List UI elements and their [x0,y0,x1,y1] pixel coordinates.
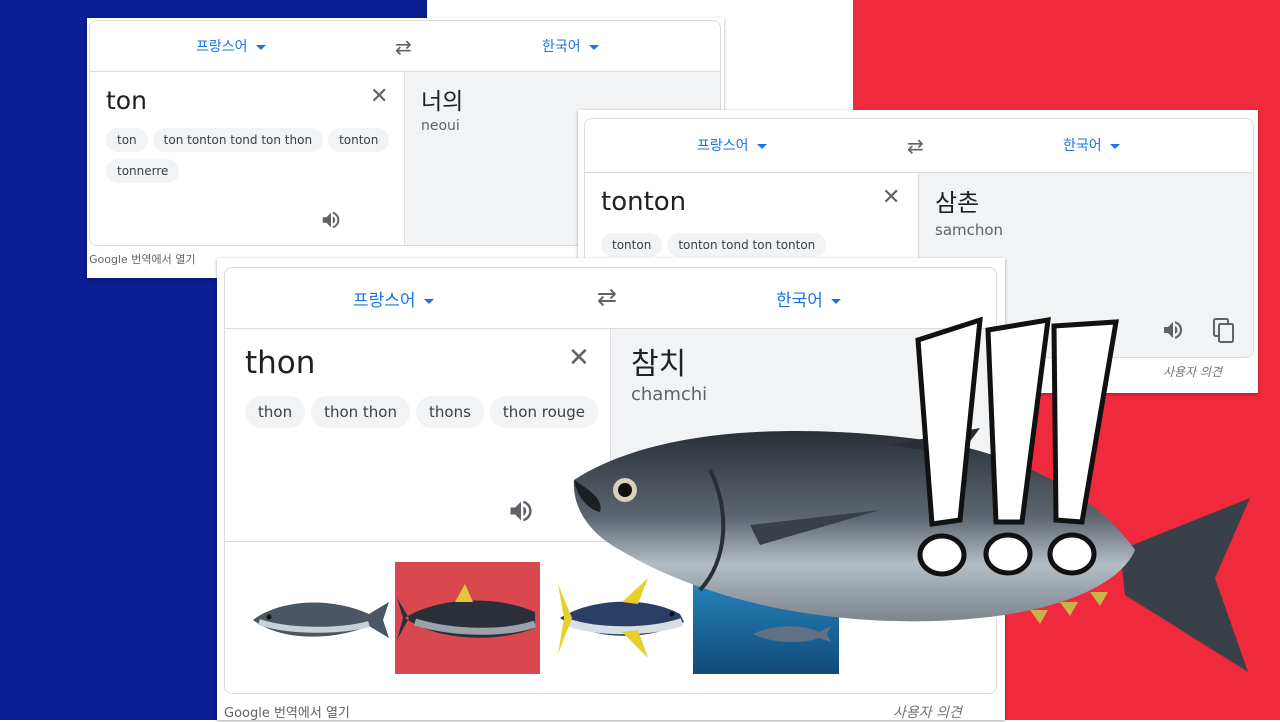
source-text[interactable]: tonton [601,187,686,217]
source-language-select[interactable]: 프랑스어 [196,36,266,56]
tuna-image[interactable] [395,562,540,674]
chevron-down-icon [423,298,434,304]
source-language-label: 프랑스어 [353,291,416,311]
source-text[interactable]: thon [245,345,315,381]
speaker-icon[interactable] [507,497,535,529]
suggestion-chips: thon thon thon thons thon rouge [245,396,605,428]
target-language-select[interactable]: 한국어 [1063,135,1120,155]
clear-icon[interactable]: ✕ [882,185,900,210]
suggestion-chip[interactable]: ton [106,128,148,152]
suggestion-chip[interactable]: tonton [328,128,390,152]
chevron-down-icon [1109,143,1120,149]
suggestion-chip[interactable]: tonnerre [106,159,180,183]
speaker-icon[interactable] [320,209,342,235]
suggestion-chip[interactable]: tonton [601,233,663,257]
open-in-google-translate-link[interactable]: Google 번역에서 열기 [224,702,350,721]
target-language-select[interactable]: 한국어 [542,36,599,56]
suggestion-chip[interactable]: tonton tond ton tonton [667,233,827,257]
swap-languages-icon[interactable]: ⇄ [395,35,412,59]
chevron-down-icon [756,143,767,149]
swap-languages-icon[interactable]: ⇄ [597,283,617,311]
suggestion-chip[interactable]: thon thon [311,396,410,428]
romanization-text: samchon [935,221,1004,239]
suggestion-chip[interactable]: thons [416,396,484,428]
open-in-google-translate-link[interactable]: Google 번역에서 열기 [89,251,196,267]
target-language-label: 한국어 [776,291,823,311]
source-panel: thon ✕ thon thon thon thons thon rouge [225,329,611,541]
swap-languages-icon[interactable]: ⇄ [907,134,924,158]
target-language-label: 한국어 [542,39,581,55]
chevron-down-icon [255,44,266,50]
translation-text: 너의 [421,89,464,115]
suggestion-chip[interactable]: thon [245,396,306,428]
chevron-down-icon [588,44,599,50]
source-panel: ton ✕ ton ton tonton tond ton thon tonto… [90,72,405,245]
language-bar: 프랑스어 ⇄ 한국어 [90,21,720,72]
source-language-select[interactable]: 프랑스어 [353,286,434,311]
romanization-text: neoui [421,118,460,134]
target-language-label: 한국어 [1063,138,1102,154]
source-language-select[interactable]: 프랑스어 [697,135,767,155]
source-language-label: 프랑스어 [196,39,248,55]
chevron-down-icon [830,298,841,304]
tuna-overlay-image [560,310,1280,710]
language-bar: 프랑스어 ⇄ 한국어 [585,119,1253,173]
source-text[interactable]: ton [106,86,147,115]
target-language-select[interactable]: 한국어 [776,286,841,311]
translation-text: 삼촌 [935,189,980,217]
suggestion-chip[interactable]: ton tonton tond ton thon [152,128,324,152]
clear-icon[interactable]: ✕ [370,84,388,109]
suggestion-chips: tonton tonton tond ton tonton [601,233,911,257]
tuna-image[interactable] [249,562,394,674]
suggestion-chips: ton ton tonton tond ton thon tonton tonn… [106,128,396,183]
source-language-label: 프랑스어 [697,138,749,154]
